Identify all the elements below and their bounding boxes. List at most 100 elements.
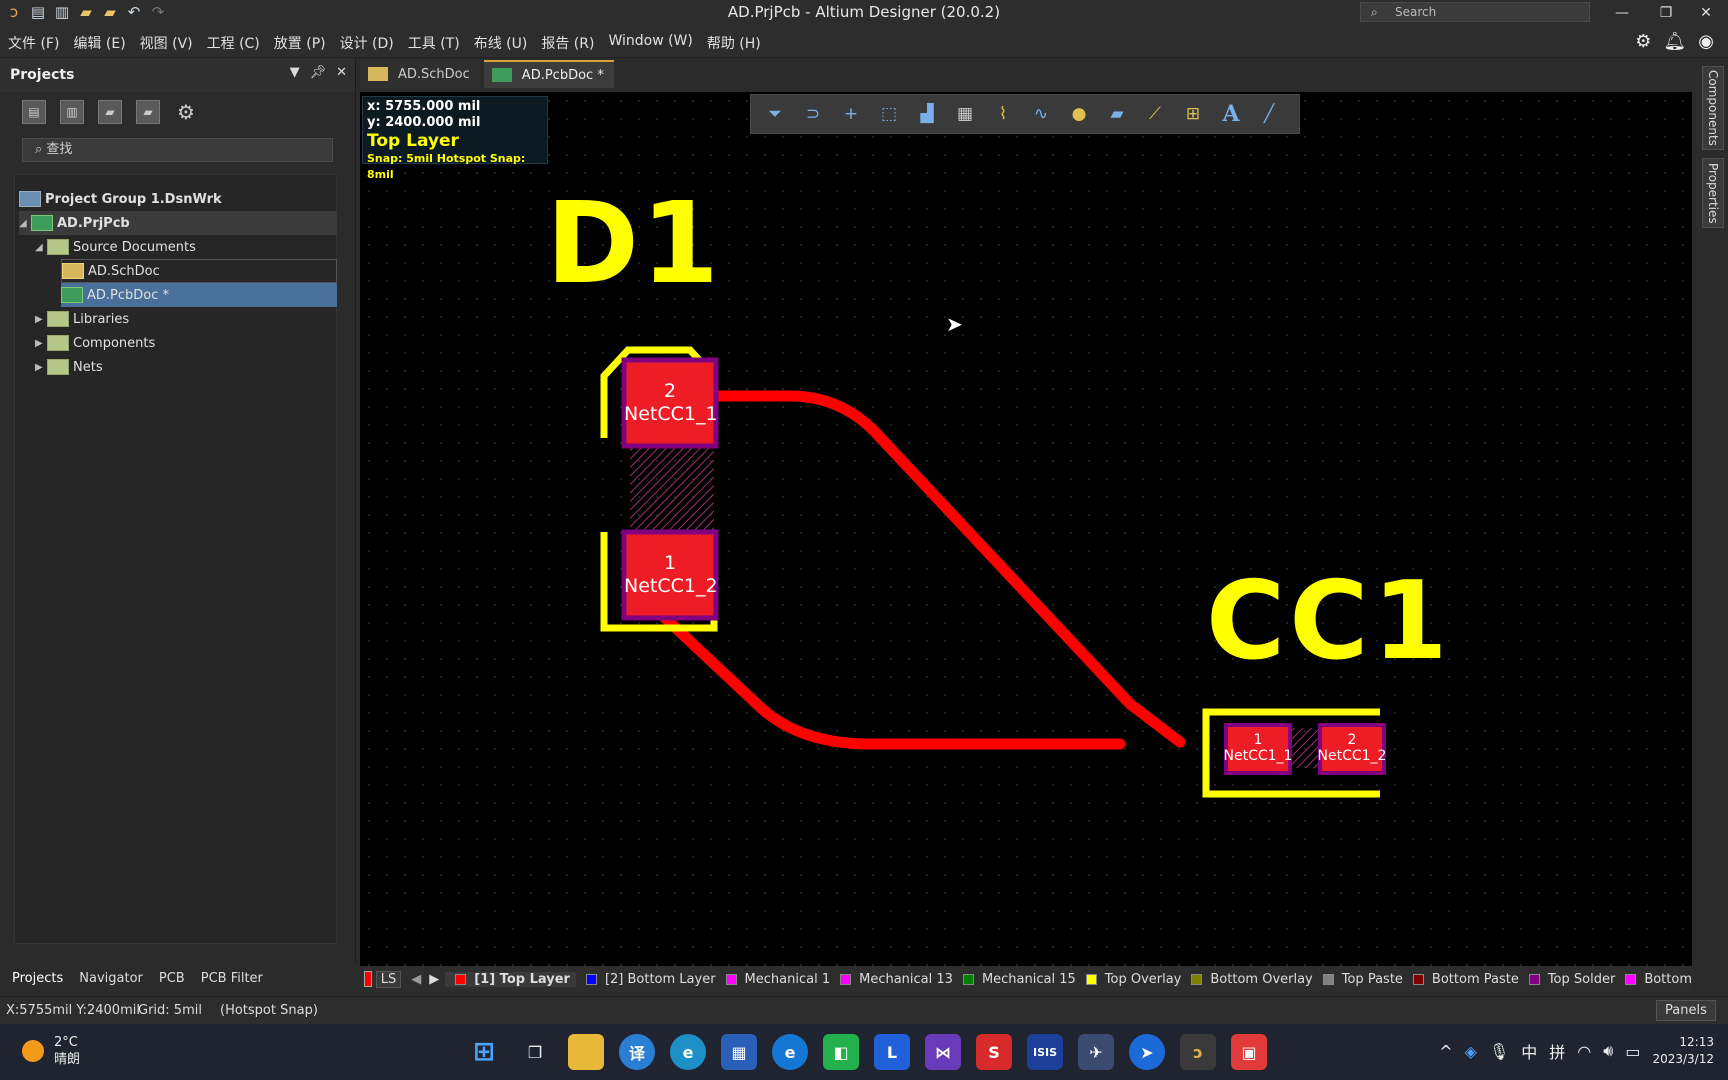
close-button[interactable]: ✕	[1684, 0, 1728, 26]
translate-app-icon[interactable]: 译	[619, 1034, 655, 1070]
s-app-icon[interactable]: S	[976, 1034, 1012, 1070]
select-rectangle-icon[interactable]: ⬚	[875, 100, 903, 128]
notifications-bell-icon[interactable]: 🔔︎	[1663, 31, 1686, 52]
tree-item-components[interactable]: ▶ Components	[35, 331, 155, 355]
tray-overflow-icon[interactable]: ^	[1439, 1042, 1452, 1061]
tab-projects[interactable]: Projects	[12, 971, 63, 986]
isis-app-icon[interactable]: ISIS	[1027, 1034, 1063, 1070]
panels-button[interactable]: Panels	[1656, 1000, 1716, 1021]
ime-pinyin[interactable]: 拼	[1549, 1039, 1565, 1063]
tree-item-prjpcb[interactable]: ◢ AD.PrjPcb	[19, 211, 337, 235]
tray-app-icon[interactable]: ◈	[1465, 1042, 1477, 1061]
components-panel-tab[interactable]: Components	[1702, 66, 1724, 150]
windows-start-icon[interactable]: ⊞	[466, 1034, 502, 1070]
taskbar-clock[interactable]: 12:13 2023/3/12	[1652, 1034, 1714, 1068]
menu-project[interactable]: 工程 (C)	[207, 33, 260, 53]
snap-magnet-icon[interactable]: ⊃	[799, 100, 827, 128]
place-via-icon[interactable]: ●	[1065, 100, 1093, 128]
menu-view[interactable]: 视图 (V)	[140, 33, 193, 53]
menu-window[interactable]: Window (W)	[608, 33, 692, 53]
edge-legacy-icon[interactable]: e	[772, 1034, 808, 1070]
layer-set-button[interactable]: LS	[375, 970, 402, 988]
ime-mode[interactable]: 中	[1521, 1039, 1537, 1063]
projects-search-input[interactable]: ⌕ 查找	[22, 138, 333, 162]
menu-design[interactable]: 设计 (D)	[340, 33, 394, 53]
d1-designator[interactable]: D1	[546, 188, 721, 300]
tree-item-schdoc[interactable]: AD.SchDoc	[61, 259, 337, 283]
microsoft-store-icon[interactable]: ▦	[721, 1034, 757, 1070]
tree-item-libraries[interactable]: ▶ Libraries	[35, 307, 129, 331]
collapse-arrow-icon[interactable]: ▶	[35, 338, 47, 349]
collapse-arrow-icon[interactable]: ▶	[35, 314, 47, 325]
current-layer-color-swatch[interactable]	[364, 971, 372, 987]
layer-tab-mechanical-1[interactable]: Mechanical 1	[716, 972, 830, 987]
menu-route[interactable]: 布线 (U)	[474, 33, 528, 53]
draw-line-icon[interactable]: ╱	[1255, 100, 1283, 128]
menu-help[interactable]: 帮助 (H)	[707, 33, 761, 53]
place-line-icon[interactable]: ⟋	[1141, 100, 1169, 128]
wifi-icon[interactable]: ◠	[1577, 1042, 1591, 1061]
wechat-like-app-icon[interactable]: ◧	[823, 1034, 859, 1070]
collapse-arrow-icon[interactable]: ▶	[35, 362, 47, 373]
panel-close-icon[interactable]: ✕	[336, 65, 347, 80]
menu-file[interactable]: 文件 (F)	[8, 33, 59, 53]
properties-panel-tab[interactable]: Properties	[1702, 158, 1724, 228]
visual-studio-icon[interactable]: ⋈	[925, 1034, 961, 1070]
plane-app-icon[interactable]: ✈	[1078, 1034, 1114, 1070]
place-text-icon[interactable]: A	[1217, 100, 1245, 128]
scroll-left-button[interactable]: ◀	[411, 972, 421, 987]
panel-menu-icon[interactable]: ▼	[290, 65, 300, 80]
microphone-icon[interactable]: 🎙︎	[1489, 1042, 1509, 1061]
differential-pair-icon[interactable]: ∿	[1027, 100, 1055, 128]
user-account-icon[interactable]: ◉	[1698, 31, 1714, 52]
expand-arrow-icon[interactable]: ◢	[19, 218, 31, 229]
tab-schdoc[interactable]: AD.SchDoc	[360, 60, 480, 88]
blue-arrow-app-icon[interactable]: ➤	[1129, 1034, 1165, 1070]
menu-reports[interactable]: 报告 (R)	[541, 33, 594, 53]
save-all-projects-icon[interactable]: ▥	[60, 100, 84, 124]
tab-pcbdoc[interactable]: AD.PcbDoc *	[483, 60, 614, 88]
layer-tab-bottom-overlay[interactable]: Bottom Overlay	[1181, 972, 1313, 987]
volume-icon[interactable]: 🔊︎	[1603, 1041, 1613, 1061]
panel-settings-gear-icon[interactable]: ⚙	[174, 100, 198, 124]
settings-gear-icon[interactable]: ⚙	[1635, 31, 1651, 52]
tree-item-project-group[interactable]: Project Group 1.DsnWrk	[19, 187, 222, 211]
filter-icon[interactable]: ⏷	[761, 100, 789, 128]
minimize-button[interactable]: —	[1600, 0, 1644, 26]
menu-edit[interactable]: 编辑 (E)	[73, 33, 125, 53]
layer-tab-bottom-truncated[interactable]: Bottom	[1615, 972, 1692, 987]
blue-app-icon[interactable]: L	[874, 1034, 910, 1070]
pin-icon[interactable]: 📌︎	[310, 65, 327, 80]
tree-item-source-documents[interactable]: ◢ Source Documents	[35, 235, 196, 259]
tab-navigator[interactable]: Navigator	[79, 971, 143, 986]
tab-pcb-filter[interactable]: PCB Filter	[201, 971, 263, 986]
layer-tab-bottom-layer[interactable]: [2] Bottom Layer	[576, 972, 716, 987]
layer-tab-top-paste[interactable]: Top Paste	[1313, 972, 1403, 987]
pcb-canvas[interactable]: D1 CC1 2 NetCC1_1 1 NetCC1_2 1 NetCC1_1 …	[360, 92, 1692, 968]
cc1-designator[interactable]: CC1	[1206, 568, 1452, 676]
dimension-icon[interactable]: ⊞	[1179, 100, 1207, 128]
red-app-icon[interactable]: ▣	[1231, 1034, 1267, 1070]
move-crosshair-icon[interactable]: +	[837, 100, 865, 128]
layer-tab-top-solder[interactable]: Top Solder	[1519, 972, 1615, 987]
layer-tab-top-layer[interactable]: [1] Top Layer	[445, 971, 576, 987]
save-project-icon[interactable]: ▤	[22, 100, 46, 124]
scroll-right-button[interactable]: ▶	[429, 972, 439, 987]
weather-widget[interactable]: 2°C 晴朗	[22, 1034, 80, 1068]
layer-tab-top-overlay[interactable]: Top Overlay	[1076, 972, 1181, 987]
layer-tab-mechanical-13[interactable]: Mechanical 13	[830, 972, 953, 987]
search-box[interactable]: ⌕ Search	[1360, 2, 1590, 22]
altium-taskbar-icon[interactable]: ↄ	[1180, 1034, 1216, 1070]
route-track-icon[interactable]: ⌇	[989, 100, 1017, 128]
task-view-icon[interactable]: ❐	[517, 1034, 553, 1070]
tree-item-pcbdoc[interactable]: AD.PcbDoc *	[61, 283, 337, 307]
tree-item-nets[interactable]: ▶ Nets	[35, 355, 103, 379]
restore-button[interactable]: ❐	[1644, 0, 1688, 26]
menu-tools[interactable]: 工具 (T)	[408, 33, 460, 53]
place-fill-icon[interactable]: ▰	[1103, 100, 1131, 128]
align-icon[interactable]: ▟	[913, 100, 941, 128]
place-component-icon[interactable]: ▦	[951, 100, 979, 128]
battery-icon[interactable]: ▭	[1625, 1042, 1640, 1061]
file-explorer-icon[interactable]	[568, 1034, 604, 1070]
open-project-folder-icon[interactable]: ▰	[98, 100, 122, 124]
